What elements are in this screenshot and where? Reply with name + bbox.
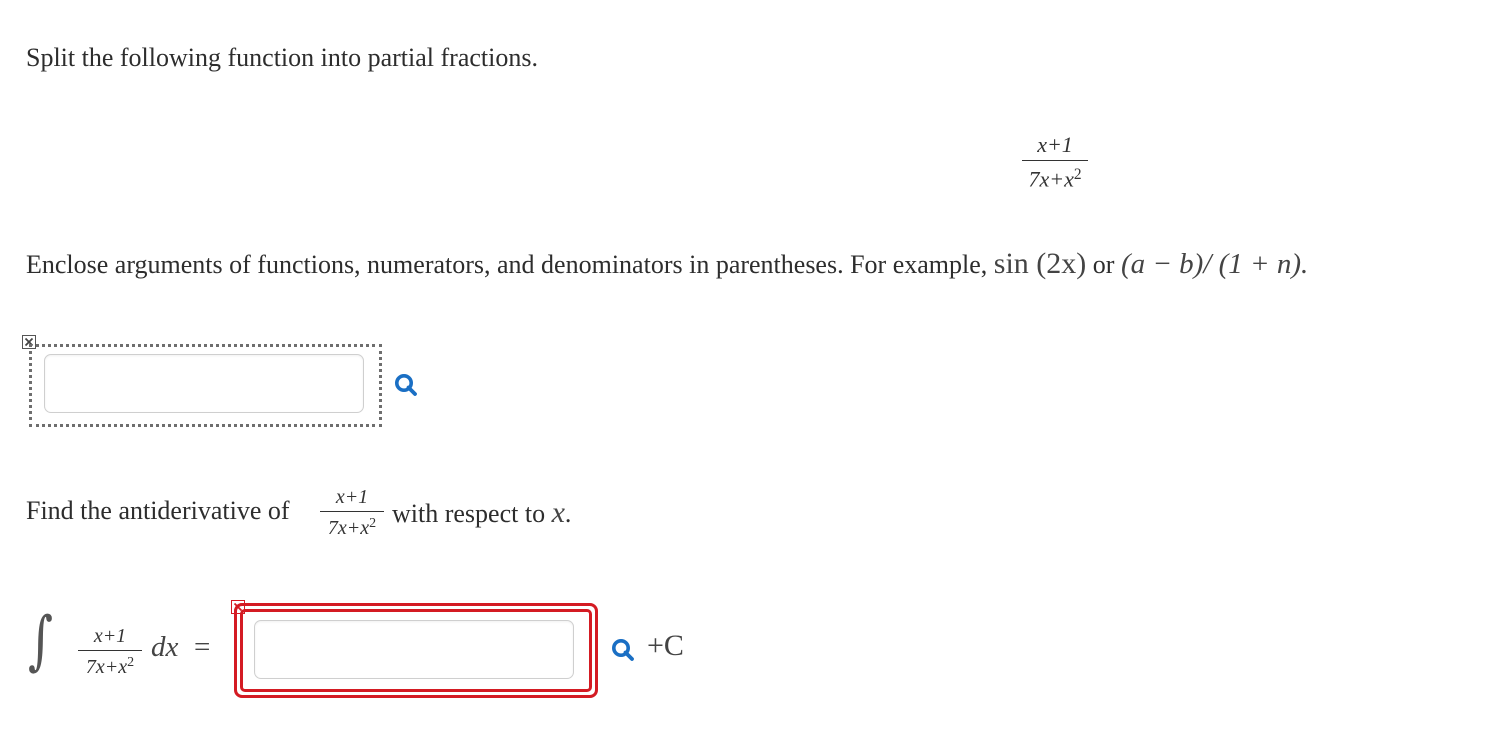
search-icon[interactable] xyxy=(393,372,419,398)
antiderivative-answer-field[interactable] xyxy=(254,620,574,679)
fraction-numerator: x+1 xyxy=(93,625,127,647)
fraction-denominator-base: 7x+x xyxy=(1028,166,1074,192)
prompt-period: . xyxy=(564,499,572,528)
integral-sign: ∫ xyxy=(28,604,54,678)
fraction-denominator-exponent: 2 xyxy=(1073,166,1082,183)
prompt-tail: with respect to xyxy=(392,499,552,528)
variable-x: x xyxy=(551,496,565,529)
example-joiner: or xyxy=(1086,250,1121,279)
fraction-denominator-exponent: 2 xyxy=(369,516,377,531)
question2-prompt-lead: Find the antiderivative of xyxy=(26,496,290,525)
constant-of-integration: +C xyxy=(647,631,684,661)
fraction-numerator: x+1 xyxy=(335,486,369,508)
equals-sign: = xyxy=(194,631,211,663)
fraction-bar xyxy=(78,650,142,651)
fraction-bar xyxy=(1022,160,1088,161)
integrand-fraction: x+1 7x+x2 xyxy=(78,626,142,677)
fraction-denominator-base: 7x+x xyxy=(327,517,370,539)
question1-fraction: x+1 7x+x2 xyxy=(1022,134,1088,191)
question2-fraction: x+1 7x+x2 xyxy=(320,487,384,538)
instructions-lead: Enclose arguments of functions, numerato… xyxy=(26,250,994,279)
search-icon[interactable] xyxy=(610,637,636,663)
fraction-denominator: 7x+x2 xyxy=(327,516,377,539)
fraction-denominator-exponent: 2 xyxy=(127,655,135,670)
question2-prompt-tail: with respect to x. xyxy=(392,498,571,528)
question1-prompt: Split the following function into partia… xyxy=(26,43,538,72)
partial-fractions-answer-field[interactable] xyxy=(44,354,364,413)
example-fraction: (a − b)/ (1 + n). xyxy=(1120,248,1309,280)
fraction-bar xyxy=(320,511,384,512)
example-sin: sin (2x) xyxy=(993,247,1087,280)
fraction-denominator: 7x+x2 xyxy=(85,655,135,678)
fraction-denominator-base: 7x+x xyxy=(85,656,128,678)
fraction-denominator: 7x+x2 xyxy=(1028,167,1081,191)
fraction-numerator: x+1 xyxy=(1037,132,1073,157)
instructions: Enclose arguments of functions, numerato… xyxy=(26,249,1308,279)
constant-label: +C xyxy=(647,629,684,662)
dx-label: dx xyxy=(151,631,179,663)
